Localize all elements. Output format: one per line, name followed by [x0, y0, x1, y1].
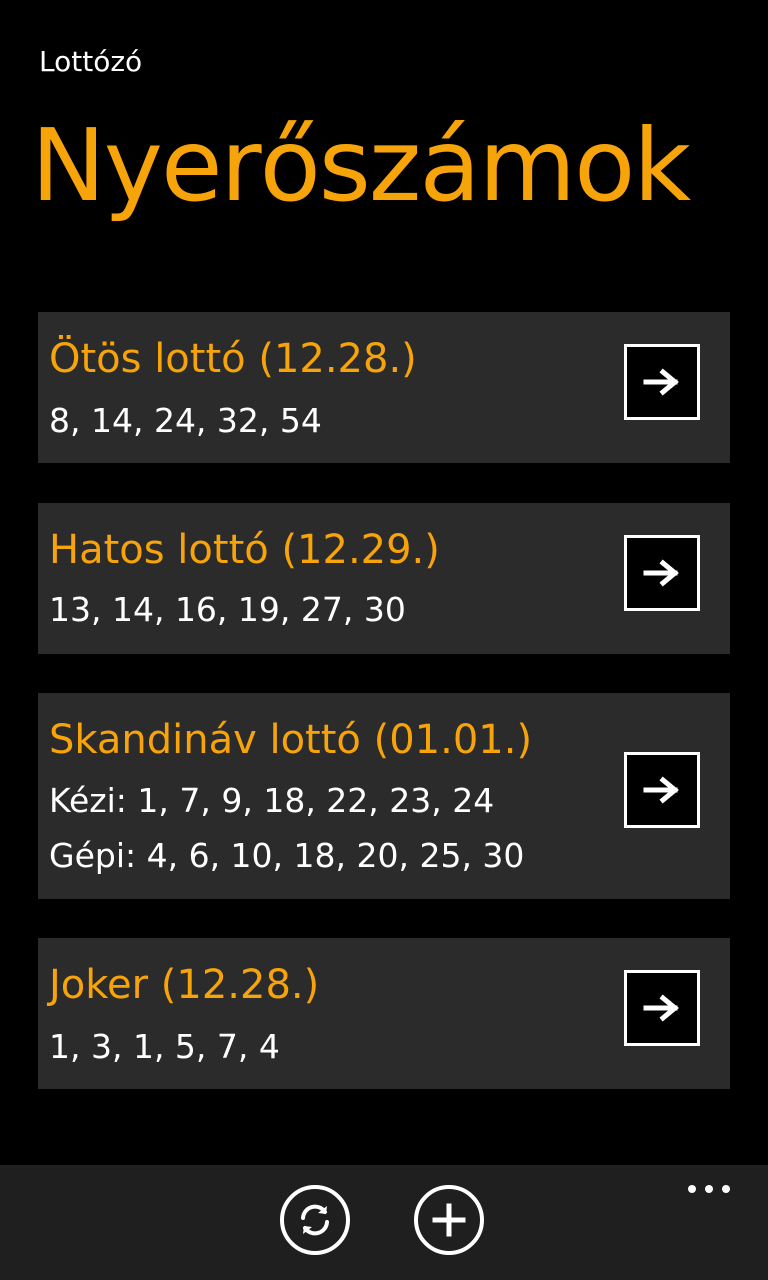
arrow-right-icon — [643, 776, 679, 804]
open-details-button[interactable] — [624, 970, 700, 1046]
page-title: Nyerőszámok — [31, 107, 691, 224]
card-title: Hatos lottó (12.29.) — [49, 527, 440, 573]
add-icon — [432, 1203, 466, 1237]
arrow-right-icon — [643, 368, 679, 396]
open-details-button[interactable] — [624, 752, 700, 828]
card-numbers: 8, 14, 24, 32, 54 — [49, 401, 322, 440]
add-button[interactable] — [414, 1185, 484, 1255]
card-title: Ötös lottó (12.28.) — [49, 336, 417, 382]
lottery-card-skandinav[interactable]: Skandináv lottó (01.01.) Kézi: 1, 7, 9, … — [38, 693, 730, 899]
more-dots-icon[interactable] — [686, 1183, 734, 1195]
card-title: Joker (12.28.) — [49, 962, 320, 1008]
lottery-card-otos[interactable]: Ötös lottó (12.28.) 8, 14, 24, 32, 54 — [38, 312, 730, 463]
card-numbers: 13, 14, 16, 19, 27, 30 — [49, 590, 406, 629]
lottery-card-joker[interactable]: Joker (12.28.) 1, 3, 1, 5, 7, 4 — [38, 938, 730, 1089]
card-numbers-manual: Kézi: 1, 7, 9, 18, 22, 23, 24 — [49, 781, 495, 820]
application-bar — [0, 1165, 768, 1280]
arrow-right-icon — [643, 559, 679, 587]
card-title: Skandináv lottó (01.01.) — [49, 717, 533, 763]
arrow-right-icon — [643, 994, 679, 1022]
open-details-button[interactable] — [624, 344, 700, 420]
card-numbers: 1, 3, 1, 5, 7, 4 — [49, 1027, 280, 1066]
card-numbers-machine: Gépi: 4, 6, 10, 18, 20, 25, 30 — [49, 836, 525, 875]
open-details-button[interactable] — [624, 535, 700, 611]
refresh-icon — [301, 1204, 329, 1236]
lottery-card-hatos[interactable]: Hatos lottó (12.29.) 13, 14, 16, 19, 27,… — [38, 503, 730, 654]
refresh-button[interactable] — [280, 1185, 350, 1255]
app-title: Lottózó — [39, 45, 143, 78]
